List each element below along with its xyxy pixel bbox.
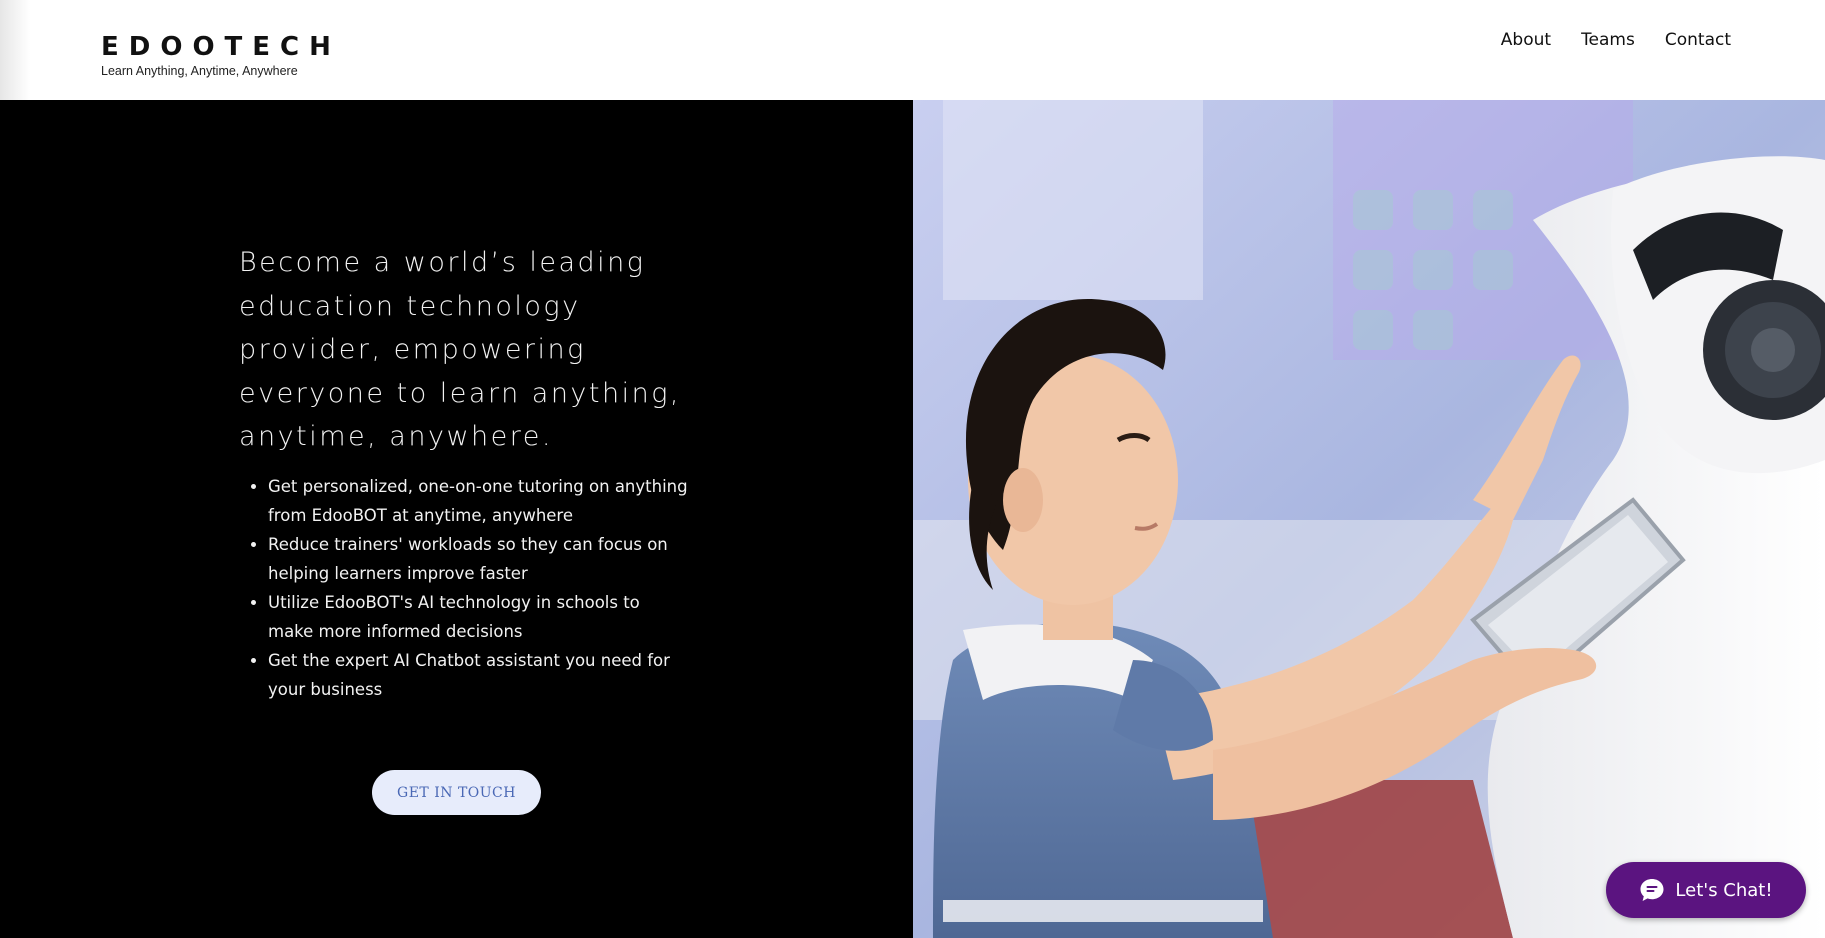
photo-girl-robot-illustration [913, 100, 1825, 938]
feature-item: Get the expert AI Chatbot assistant you … [268, 646, 688, 704]
feature-item: Get personalized, one-on-one tutoring on… [268, 472, 688, 530]
feature-item: Utilize EdooBOT's AI technology in schoo… [268, 588, 688, 646]
nav-teams-link[interactable]: Teams [1581, 28, 1635, 52]
lets-chat-button[interactable]: Let's Chat! [1606, 862, 1806, 918]
chat-bubble-icon [1639, 877, 1665, 903]
brand-tagline: Learn Anything, Anytime, Anywhere [101, 64, 298, 78]
brand-logo-text[interactable]: EDOOTECH [101, 32, 341, 62]
hero-text-panel: Become a world’s leading education techn… [0, 100, 913, 938]
nav-contact-link[interactable]: Contact [1665, 28, 1731, 52]
nav-about-link[interactable]: About [1501, 28, 1551, 52]
main-nav: About Teams Contact [1501, 28, 1731, 52]
hero-photo [913, 100, 1825, 938]
get-in-touch-button[interactable]: GET IN TOUCH [372, 770, 541, 815]
feature-list: Get personalized, one-on-one tutoring on… [268, 472, 688, 704]
hero-headline: Become a world’s leading education techn… [239, 247, 682, 452]
chat-label: Let's Chat! [1675, 879, 1773, 901]
brand[interactable]: EDOOTECH Learn Anything, Anytime, Anywhe… [101, 32, 341, 78]
feature-item: Reduce trainers' workloads so they can f… [268, 530, 688, 588]
site-header: EDOOTECH Learn Anything, Anytime, Anywhe… [0, 0, 1825, 100]
header-edge-shade [0, 0, 30, 100]
